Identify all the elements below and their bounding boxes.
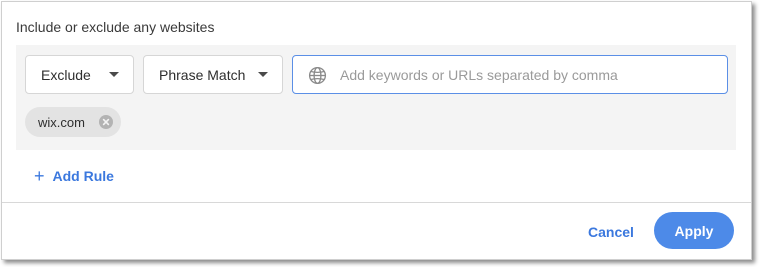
chevron-down-icon bbox=[258, 72, 268, 77]
apply-button[interactable]: Apply bbox=[654, 212, 734, 249]
website-rules-dialog: Include or exclude any websites Exclude … bbox=[1, 1, 752, 260]
globe-icon bbox=[308, 66, 327, 85]
match-type-select-value: Phrase Match bbox=[159, 66, 246, 83]
mode-select-value: Exclude bbox=[41, 66, 91, 83]
keyword-chip: wix.com bbox=[25, 107, 121, 137]
add-rule-button[interactable]: + Add Rule bbox=[34, 166, 114, 186]
cancel-button[interactable]: Cancel bbox=[588, 220, 634, 244]
mode-select[interactable]: Exclude bbox=[25, 55, 134, 94]
rule-panel: Exclude Phrase Match wix.com bbox=[16, 45, 736, 150]
keyword-input-box[interactable] bbox=[292, 55, 728, 94]
chip-label: wix.com bbox=[38, 114, 85, 130]
match-type-select[interactable]: Phrase Match bbox=[143, 55, 283, 94]
footer-divider bbox=[2, 202, 751, 203]
plus-icon: + bbox=[34, 166, 45, 186]
add-rule-label: Add Rule bbox=[52, 168, 114, 184]
close-circle-icon[interactable] bbox=[99, 115, 113, 129]
dialog-heading: Include or exclude any websites bbox=[16, 19, 215, 35]
keyword-input[interactable] bbox=[340, 64, 710, 86]
chevron-down-icon bbox=[109, 72, 119, 77]
